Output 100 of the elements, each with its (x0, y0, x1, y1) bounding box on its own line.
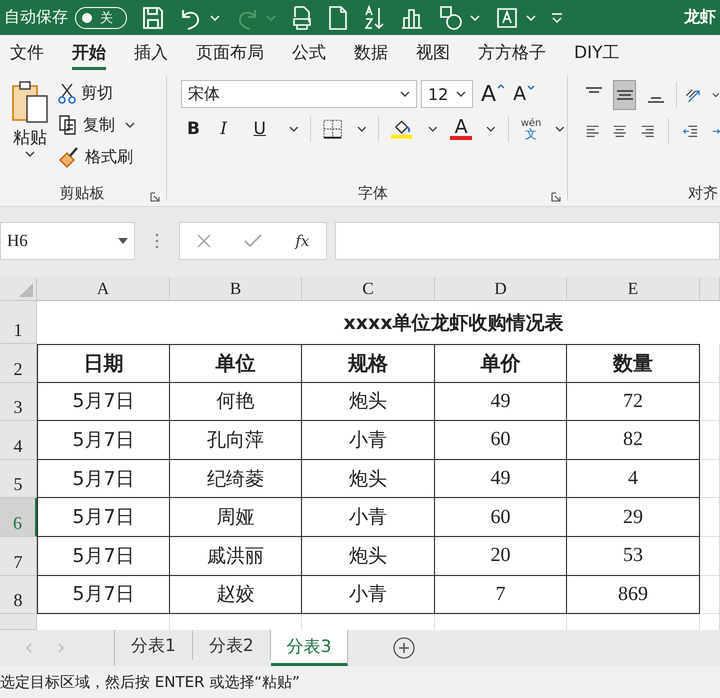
ribbon-tab[interactable]: 数据 (344, 35, 398, 70)
status-message: 选定目标区域，然后按 ENTER 或选择“粘贴” (0, 672, 300, 692)
underline-button[interactable]: U (253, 119, 275, 139)
caret-up-icon (497, 84, 506, 88)
caret-icon[interactable] (555, 126, 566, 132)
print-preview-icon[interactable] (291, 4, 313, 30)
save-icon[interactable] (142, 6, 164, 30)
column-heading: 数量 (567, 344, 700, 383)
table-cell: 60 (435, 498, 567, 537)
ribbon-tab[interactable]: 插入 (124, 35, 178, 70)
sort-icon[interactable] (363, 4, 385, 30)
sheet-tab[interactable]: 分表1 (115, 630, 193, 660)
row-header[interactable]: 4 (0, 421, 37, 460)
font-size-field[interactable]: 12 (421, 80, 473, 108)
row-header[interactable]: 3 (0, 382, 37, 422)
caret-icon (400, 91, 410, 97)
scissors-icon (58, 82, 76, 104)
table-cell: 赵姣 (170, 576, 302, 614)
drag-handle-icon[interactable] (155, 233, 159, 249)
table-cell: 49 (435, 460, 567, 498)
column-heading: 单价 (435, 344, 567, 383)
add-sheet-icon[interactable] (393, 637, 416, 660)
ribbon-tab[interactable]: 方方格子 (468, 35, 556, 70)
table-cell: 20 (435, 536, 567, 576)
table-cell: 5月7日 (37, 498, 170, 537)
caret-icon (25, 151, 35, 157)
table-cell: 60 (435, 421, 567, 460)
table-cell: 5月7日 (37, 421, 170, 460)
dialog-launcher-icon[interactable] (551, 192, 561, 202)
table-cell: 5月7日 (37, 460, 170, 498)
row-header[interactable]: 7 (0, 536, 37, 576)
table-title: xxxx单位龙虾收购情况表 (342, 310, 565, 336)
italic-button[interactable]: I (220, 119, 242, 139)
caret-icon[interactable] (428, 126, 438, 132)
column-header[interactable]: D (435, 277, 567, 301)
ribbon-tab[interactable]: DIY工 (564, 35, 630, 70)
ribbon-tab[interactable]: 页面布局 (186, 35, 274, 70)
autosave-toggle[interactable]: 关 (75, 6, 127, 28)
caret-icon[interactable] (486, 126, 496, 132)
document-icon[interactable] (328, 4, 348, 30)
paste-button[interactable]: 粘贴 (0, 80, 54, 180)
ribbon-tab[interactable]: 视图 (406, 35, 460, 70)
check-icon[interactable] (244, 234, 262, 248)
row-header[interactable]: 8 (0, 576, 37, 614)
name-box[interactable]: H6 (0, 222, 135, 260)
table-cell: 炮头 (302, 460, 435, 498)
text-box-icon[interactable] (495, 6, 519, 30)
shrink-font-button[interactable]: A (513, 83, 536, 105)
bold-button[interactable]: B (187, 119, 208, 139)
empty-cell (700, 382, 720, 422)
table-cell: 何艳 (170, 382, 302, 422)
table-cell: 纪绮菱 (170, 460, 302, 498)
empty-cell (700, 421, 720, 460)
alignment-lines-icon (584, 87, 602, 93)
ribbon-tab[interactable]: 开始 (62, 35, 116, 70)
column-header[interactable]: B (170, 277, 302, 301)
row-header[interactable]: 6 (0, 498, 37, 537)
format-painter-button[interactable]: 格式刷 (58, 144, 135, 170)
alignment-lines-icon (647, 97, 665, 103)
caret-icon[interactable] (356, 126, 366, 132)
empty-cell (700, 536, 720, 576)
caret-icon[interactable] (712, 92, 720, 98)
fill-color-icon[interactable] (391, 118, 414, 140)
sheet-tab[interactable]: 分表3 (270, 630, 348, 666)
grow-font-button[interactable]: A (481, 82, 506, 106)
caret-icon (527, 85, 536, 90)
row-header[interactable]: 2 (0, 344, 37, 383)
empty-cell (700, 460, 720, 498)
caret-icon[interactable] (125, 122, 135, 128)
border-icon[interactable] (323, 119, 343, 139)
formula-input[interactable] (335, 222, 720, 260)
brush-icon (58, 146, 80, 168)
cut-button[interactable]: 剪切 (58, 80, 135, 106)
copy-button[interactable]: 复制 (58, 112, 115, 138)
column-header[interactable]: A (37, 277, 170, 301)
empty-cell (700, 344, 720, 383)
insert-function-button[interactable]: fx (295, 232, 310, 250)
empty-cell (700, 498, 720, 537)
caret-icon[interactable] (288, 126, 298, 132)
row-header[interactable]: 1 (0, 301, 37, 344)
table-cell: 炮头 (302, 382, 435, 422)
dialog-launcher-icon[interactable] (150, 192, 160, 202)
ribbon-tab[interactable]: 文件 (0, 35, 54, 70)
more-icon[interactable] (551, 12, 563, 22)
shapes-icon[interactable] (439, 4, 463, 30)
table-cell: 小青 (302, 498, 435, 537)
table-cell: 小青 (302, 576, 435, 614)
align-middle-button[interactable] (613, 80, 636, 110)
table-cell: 周娅 (170, 498, 302, 537)
phonetic-guide-button[interactable]: wén 文 (520, 118, 542, 140)
autosave-label: 自动保存 (4, 7, 68, 28)
ribbon-tab[interactable]: 公式 (282, 35, 336, 70)
font-color-button[interactable]: A (450, 118, 472, 140)
group-label: 字体 (358, 184, 388, 202)
table-cell: 82 (567, 421, 700, 460)
table-cell: 29 (567, 498, 700, 537)
column-header[interactable]: E (567, 277, 700, 301)
row-header[interactable]: 5 (0, 460, 37, 498)
font-name-field[interactable]: 宋体 (181, 80, 417, 108)
column-header[interactable]: C (302, 277, 435, 301)
